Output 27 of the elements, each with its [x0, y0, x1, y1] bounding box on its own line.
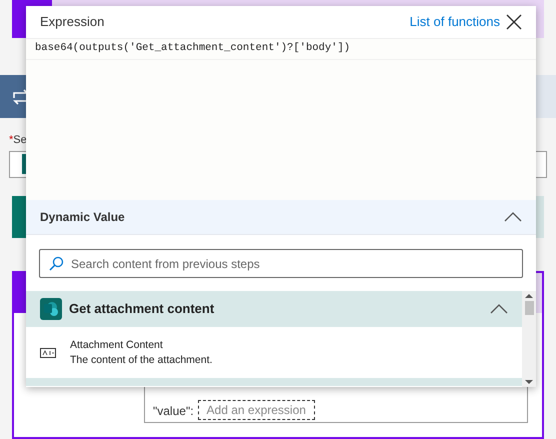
json-key: "value":	[153, 402, 194, 420]
required-mark: *	[9, 133, 14, 148]
dynamic-content-item[interactable]: Attachment Content The content of the attachment.	[26, 327, 522, 378]
search-field[interactable]: Search content from previous steps	[39, 249, 523, 278]
scroll-thumb[interactable]	[524, 301, 534, 315]
section-title: Dynamic Value	[40, 209, 125, 226]
dynamic-value-header[interactable]: Dynamic Value	[26, 200, 536, 235]
item-description: The content of the attachment.	[70, 352, 212, 368]
item-title: Attachment Content	[70, 338, 164, 352]
group-header[interactable]: Get attachment content	[26, 291, 522, 327]
field-label: Se	[13, 133, 27, 148]
sharepoint-icon	[40, 298, 62, 320]
list-of-functions-link[interactable]: List of functions	[410, 12, 500, 32]
expression-field[interactable]: Add an expression	[198, 400, 315, 420]
scrollbar[interactable]	[522, 291, 536, 387]
expression-text: base64(outputs('Get_attachment_content')?['body'])	[26, 39, 536, 60]
close-icon[interactable]	[506, 14, 522, 30]
text-type-icon	[40, 348, 56, 358]
action-icon-tile	[12, 196, 26, 238]
panel-title: Expression	[40, 13, 104, 32]
chevron-up-icon[interactable]	[504, 212, 522, 222]
chevron-up-icon[interactable]	[490, 304, 508, 314]
expression-editor[interactable]: base64(outputs('Get_attachment_content')?['body'])	[26, 38, 536, 200]
scroll-down-icon[interactable]	[525, 377, 533, 387]
group-title: Get attachment content	[69, 300, 214, 318]
search-icon	[49, 256, 64, 271]
scroll-up-icon[interactable]	[525, 291, 533, 301]
